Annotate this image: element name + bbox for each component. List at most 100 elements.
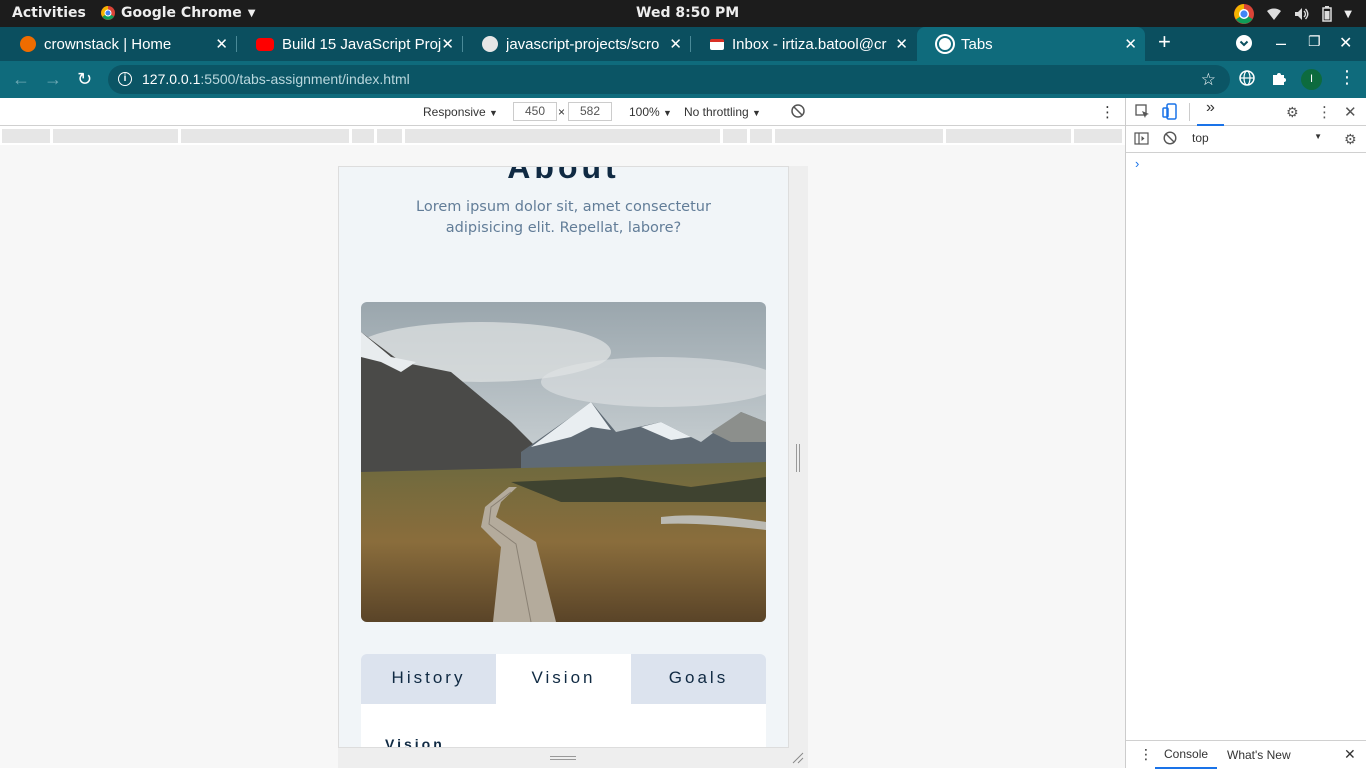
- new-tab-button[interactable]: +: [1158, 29, 1171, 55]
- dimension-separator: ×: [558, 105, 566, 119]
- viewport-height-input[interactable]: 582: [568, 102, 612, 121]
- back-arrow-icon[interactable]: ←: [12, 69, 30, 90]
- device-toolbar-menu-icon[interactable]: ⋮: [1100, 103, 1115, 121]
- chrome-menu-icon[interactable]: ⋮: [1338, 67, 1356, 88]
- tab-search-icon[interactable]: [1236, 35, 1252, 56]
- console-settings-gear-icon[interactable]: ⚙: [1344, 131, 1357, 148]
- caret-down-icon: ▼: [1344, 8, 1352, 20]
- tab-strip: crownstack | Home ✕ Build 15 JavaScript …: [0, 27, 1366, 61]
- url-path: :5500/tabs-assignment/index.html: [200, 71, 410, 87]
- caret-down-icon: ▼: [752, 108, 761, 118]
- more-tabs-button[interactable]: »: [1197, 99, 1224, 126]
- browser-tab-crownstack[interactable]: crownstack | Home ✕: [0, 27, 236, 61]
- tab-panel: Vision: [361, 704, 766, 748]
- site-info-icon[interactable]: i: [118, 72, 132, 86]
- panel-heading: Vision: [385, 736, 445, 748]
- rotate-icon[interactable]: [790, 103, 806, 122]
- clear-console-icon[interactable]: [1163, 131, 1177, 148]
- forward-arrow-icon[interactable]: →: [44, 69, 62, 90]
- github-icon: [482, 36, 498, 52]
- youtube-icon: [256, 37, 274, 51]
- devtools-drawer-tabs: ⋮ Console What's New ✕: [1126, 740, 1366, 769]
- close-icon[interactable]: ✕: [1124, 35, 1137, 53]
- zoom-select[interactable]: 100% ▼: [629, 105, 672, 119]
- extensions-puzzle-icon[interactable]: [1271, 70, 1287, 91]
- toolbar-divider: [1189, 103, 1190, 121]
- close-icon[interactable]: ✕: [441, 35, 454, 53]
- media-query-bar[interactable]: [0, 126, 1125, 145]
- sidebar-toggle-icon[interactable]: [1134, 132, 1149, 148]
- devtools-close-icon[interactable]: ✕: [1344, 103, 1357, 121]
- viewport-corner-resize-handle[interactable]: [792, 752, 804, 764]
- tab-title: Build 15 JavaScript Proj: [282, 35, 442, 53]
- reload-icon[interactable]: ↻: [77, 69, 92, 90]
- throttling-select[interactable]: No throttling ▼: [684, 105, 761, 119]
- app-menu[interactable]: Google Chrome ▼: [101, 5, 255, 21]
- caret-down-icon: ▼: [663, 108, 672, 118]
- close-icon[interactable]: ✕: [895, 35, 908, 53]
- viewport-width-resize-handle[interactable]: [796, 444, 800, 472]
- page-subtitle: Lorem ipsum dolor sit, amet consectetur …: [416, 199, 711, 236]
- zoom-label: 100%: [629, 105, 660, 119]
- system-tray[interactable]: ▼: [1234, 4, 1352, 24]
- crownstack-icon: [20, 36, 36, 52]
- viewport-width-input[interactable]: 450: [513, 102, 557, 121]
- url-host: 127.0.0.1: [142, 71, 201, 87]
- page-title: About: [507, 166, 620, 185]
- profile-avatar[interactable]: I: [1301, 69, 1322, 90]
- bookmark-star-icon[interactable]: ☆: [1201, 65, 1216, 94]
- context-label: top: [1192, 131, 1209, 145]
- devtools-menu-icon[interactable]: ⋮: [1317, 103, 1332, 121]
- battery-icon: [1322, 6, 1333, 22]
- mountain-photo: [361, 302, 766, 622]
- drawer-tab-console[interactable]: Console: [1155, 741, 1218, 769]
- browser-toolbar: ← → ↻ i 127.0.0.1:5500/tabs-assignment/i…: [0, 61, 1366, 98]
- close-icon[interactable]: ✕: [215, 35, 228, 53]
- console-prompt-chevron-icon[interactable]: ›: [1135, 156, 1139, 171]
- caret-down-icon: ▼: [489, 108, 498, 118]
- tab-vision[interactable]: Vision: [496, 654, 631, 704]
- tab-title: Tabs: [961, 35, 993, 53]
- activities-button[interactable]: Activities: [12, 5, 86, 21]
- console-toolbar: top ▼ ⚙: [1126, 126, 1366, 153]
- wifi-icon: [1267, 8, 1282, 20]
- inspect-element-icon[interactable]: [1135, 104, 1150, 122]
- context-select[interactable]: top ▼: [1192, 131, 1326, 149]
- browser-tab-youtube[interactable]: Build 15 JavaScript Proj ✕: [236, 27, 462, 61]
- device-mode-label: Responsive: [423, 105, 486, 119]
- tabs-row: History Vision Goals: [361, 654, 766, 704]
- tab-title: crownstack | Home: [44, 35, 172, 53]
- chrome-icon: [1234, 4, 1255, 24]
- minimize-icon[interactable]: –: [1276, 33, 1286, 54]
- address-bar[interactable]: i 127.0.0.1:5500/tabs-assignment/index.h…: [108, 65, 1230, 94]
- tab-title: javascript-projects/scro: [506, 35, 660, 53]
- browser-tab-tabs[interactable]: Tabs ✕: [917, 27, 1145, 61]
- close-icon[interactable]: ✕: [669, 35, 682, 53]
- drawer-close-icon[interactable]: ✕: [1344, 746, 1356, 763]
- devtools-panel: » ⚙ ⋮ ✕ top ▼ ⚙ › ⋮ Console What's New ✕: [1125, 98, 1366, 769]
- drawer-menu-icon[interactable]: ⋮: [1139, 746, 1153, 763]
- viewport-height-resize-handle[interactable]: [550, 756, 576, 760]
- emulated-page: About Lorem ipsum dolor sit, amet consec…: [338, 166, 789, 748]
- settings-gear-icon[interactable]: ⚙: [1286, 104, 1299, 121]
- restore-icon[interactable]: ❐: [1308, 33, 1321, 50]
- clock[interactable]: Wed 8:50 PM: [636, 5, 739, 21]
- viewport-area: About Lorem ipsum dolor sit, amet consec…: [0, 145, 1125, 768]
- gmail-icon: [710, 38, 724, 50]
- device-toolbar: Responsive ▼ 450 × 582 100% ▼ No throttl…: [0, 98, 1125, 126]
- window-close-icon[interactable]: ✕: [1339, 33, 1352, 53]
- translate-globe-icon[interactable]: [1239, 70, 1255, 91]
- system-top-bar: Activities Google Chrome ▼ Wed 8:50 PM ▼: [0, 0, 1366, 27]
- device-toolbar-toggle-icon[interactable]: [1162, 103, 1178, 123]
- volume-icon: [1295, 8, 1309, 20]
- caret-down-icon: ▼: [247, 7, 256, 19]
- tab-title: Inbox - irtiza.batool@cr: [732, 35, 887, 53]
- browser-tab-gmail[interactable]: Inbox - irtiza.batool@cr ✕: [690, 27, 916, 61]
- caret-down-icon: ▼: [1314, 132, 1322, 141]
- browser-tab-github[interactable]: javascript-projects/scro ✕: [462, 27, 690, 61]
- drawer-tab-whats-new[interactable]: What's New: [1227, 748, 1291, 762]
- tab-goals[interactable]: Goals: [631, 654, 766, 704]
- tab-history[interactable]: History: [361, 654, 496, 704]
- device-mode-select[interactable]: Responsive ▼: [423, 105, 498, 119]
- globe-icon: [937, 36, 953, 52]
